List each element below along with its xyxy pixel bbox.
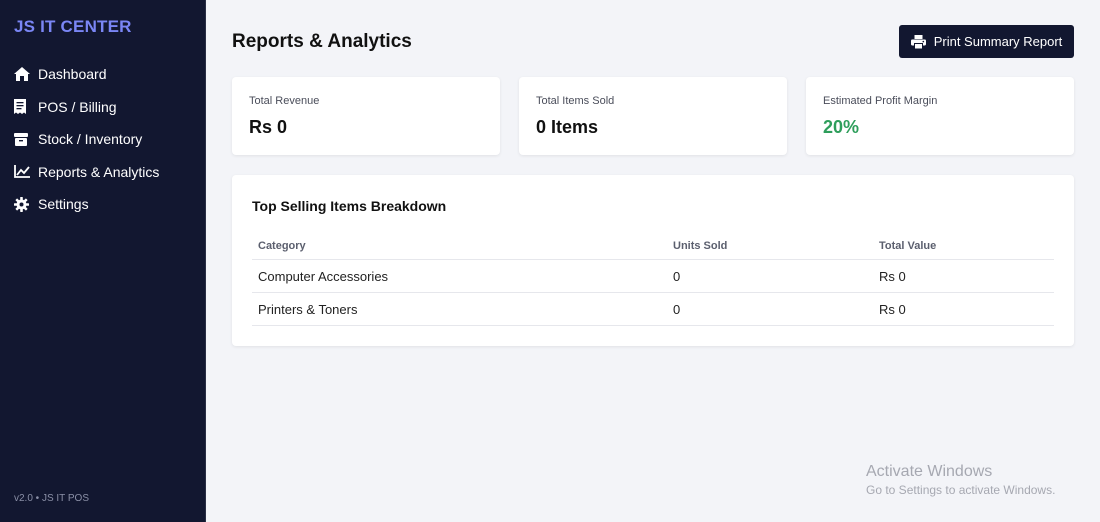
table-row: Printers & Toners 0 Rs 0 [252,292,1054,326]
sidebar-item-dashboard[interactable]: Dashboard [0,58,205,91]
gear-icon [14,196,34,212]
cell-units-sold: 0 [667,292,873,326]
activate-windows-title: Activate Windows [866,463,993,480]
sidebar-nav: Dashboard POS / Billing Stock / Inventor… [0,58,205,221]
print-button-label: Print Summary Report [933,34,1063,49]
card-value: 0 Items [536,117,599,137]
chart-line-icon [14,164,34,180]
top-selling-items-panel: Top Selling Items Breakdown Category Uni… [232,175,1074,346]
sidebar-item-label: POS / Billing [38,98,117,115]
sidebar-item-label: Dashboard [38,66,107,83]
sidebar-item-label: Settings [38,196,89,213]
box-icon [14,131,34,147]
table-header-row: Category Units Sold Total Value [252,233,1054,260]
cell-total-value: Rs 0 [873,292,1054,326]
total-items-sold-card: Total Items Sold 0 Items [519,77,787,155]
column-header-units-sold: Units Sold [667,233,873,260]
column-header-total-value: Total Value [873,233,1054,260]
sidebar: JS IT CENTER Dashboard POS / Billing Sto… [0,0,206,522]
sidebar-item-label: Reports & Analytics [38,163,160,180]
page-title: Reports & Analytics [232,31,412,52]
table-row: Computer Accessories 0 Rs 0 [252,259,1054,293]
cell-category: Computer Accessories [252,259,667,293]
card-label: Total Items Sold [536,95,615,107]
cell-total-value: Rs 0 [873,259,1054,293]
breakdown-table: Category Units Sold Total Value Computer… [252,233,1054,326]
panel-title: Top Selling Items Breakdown [252,198,447,214]
card-label: Total Revenue [249,95,320,107]
print-summary-report-button[interactable]: Print Summary Report [899,25,1074,58]
version-label: v2.0 • JS IT POS [14,493,90,504]
sidebar-item-stock-inventory[interactable]: Stock / Inventory [0,123,205,156]
cell-units-sold: 0 [667,259,873,293]
card-label: Estimated Profit Margin [823,95,938,107]
printer-icon [910,34,926,49]
card-value: 20% [823,117,860,137]
sidebar-item-settings[interactable]: Settings [0,188,205,221]
card-value: Rs 0 [249,117,288,137]
total-revenue-card: Total Revenue Rs 0 [232,77,500,155]
brand-title: JS IT CENTER [14,17,132,36]
receipt-icon [14,99,34,115]
column-header-category: Category [252,233,667,260]
sidebar-item-pos-billing[interactable]: POS / Billing [0,91,205,124]
home-icon [14,66,34,82]
activate-windows-subtitle: Go to Settings to activate Windows. [866,483,1056,497]
cell-category: Printers & Toners [252,292,667,326]
estimated-profit-margin-card: Estimated Profit Margin 20% [806,77,1074,155]
sidebar-item-reports-analytics[interactable]: Reports & Analytics [0,156,205,189]
sidebar-item-label: Stock / Inventory [38,131,143,148]
